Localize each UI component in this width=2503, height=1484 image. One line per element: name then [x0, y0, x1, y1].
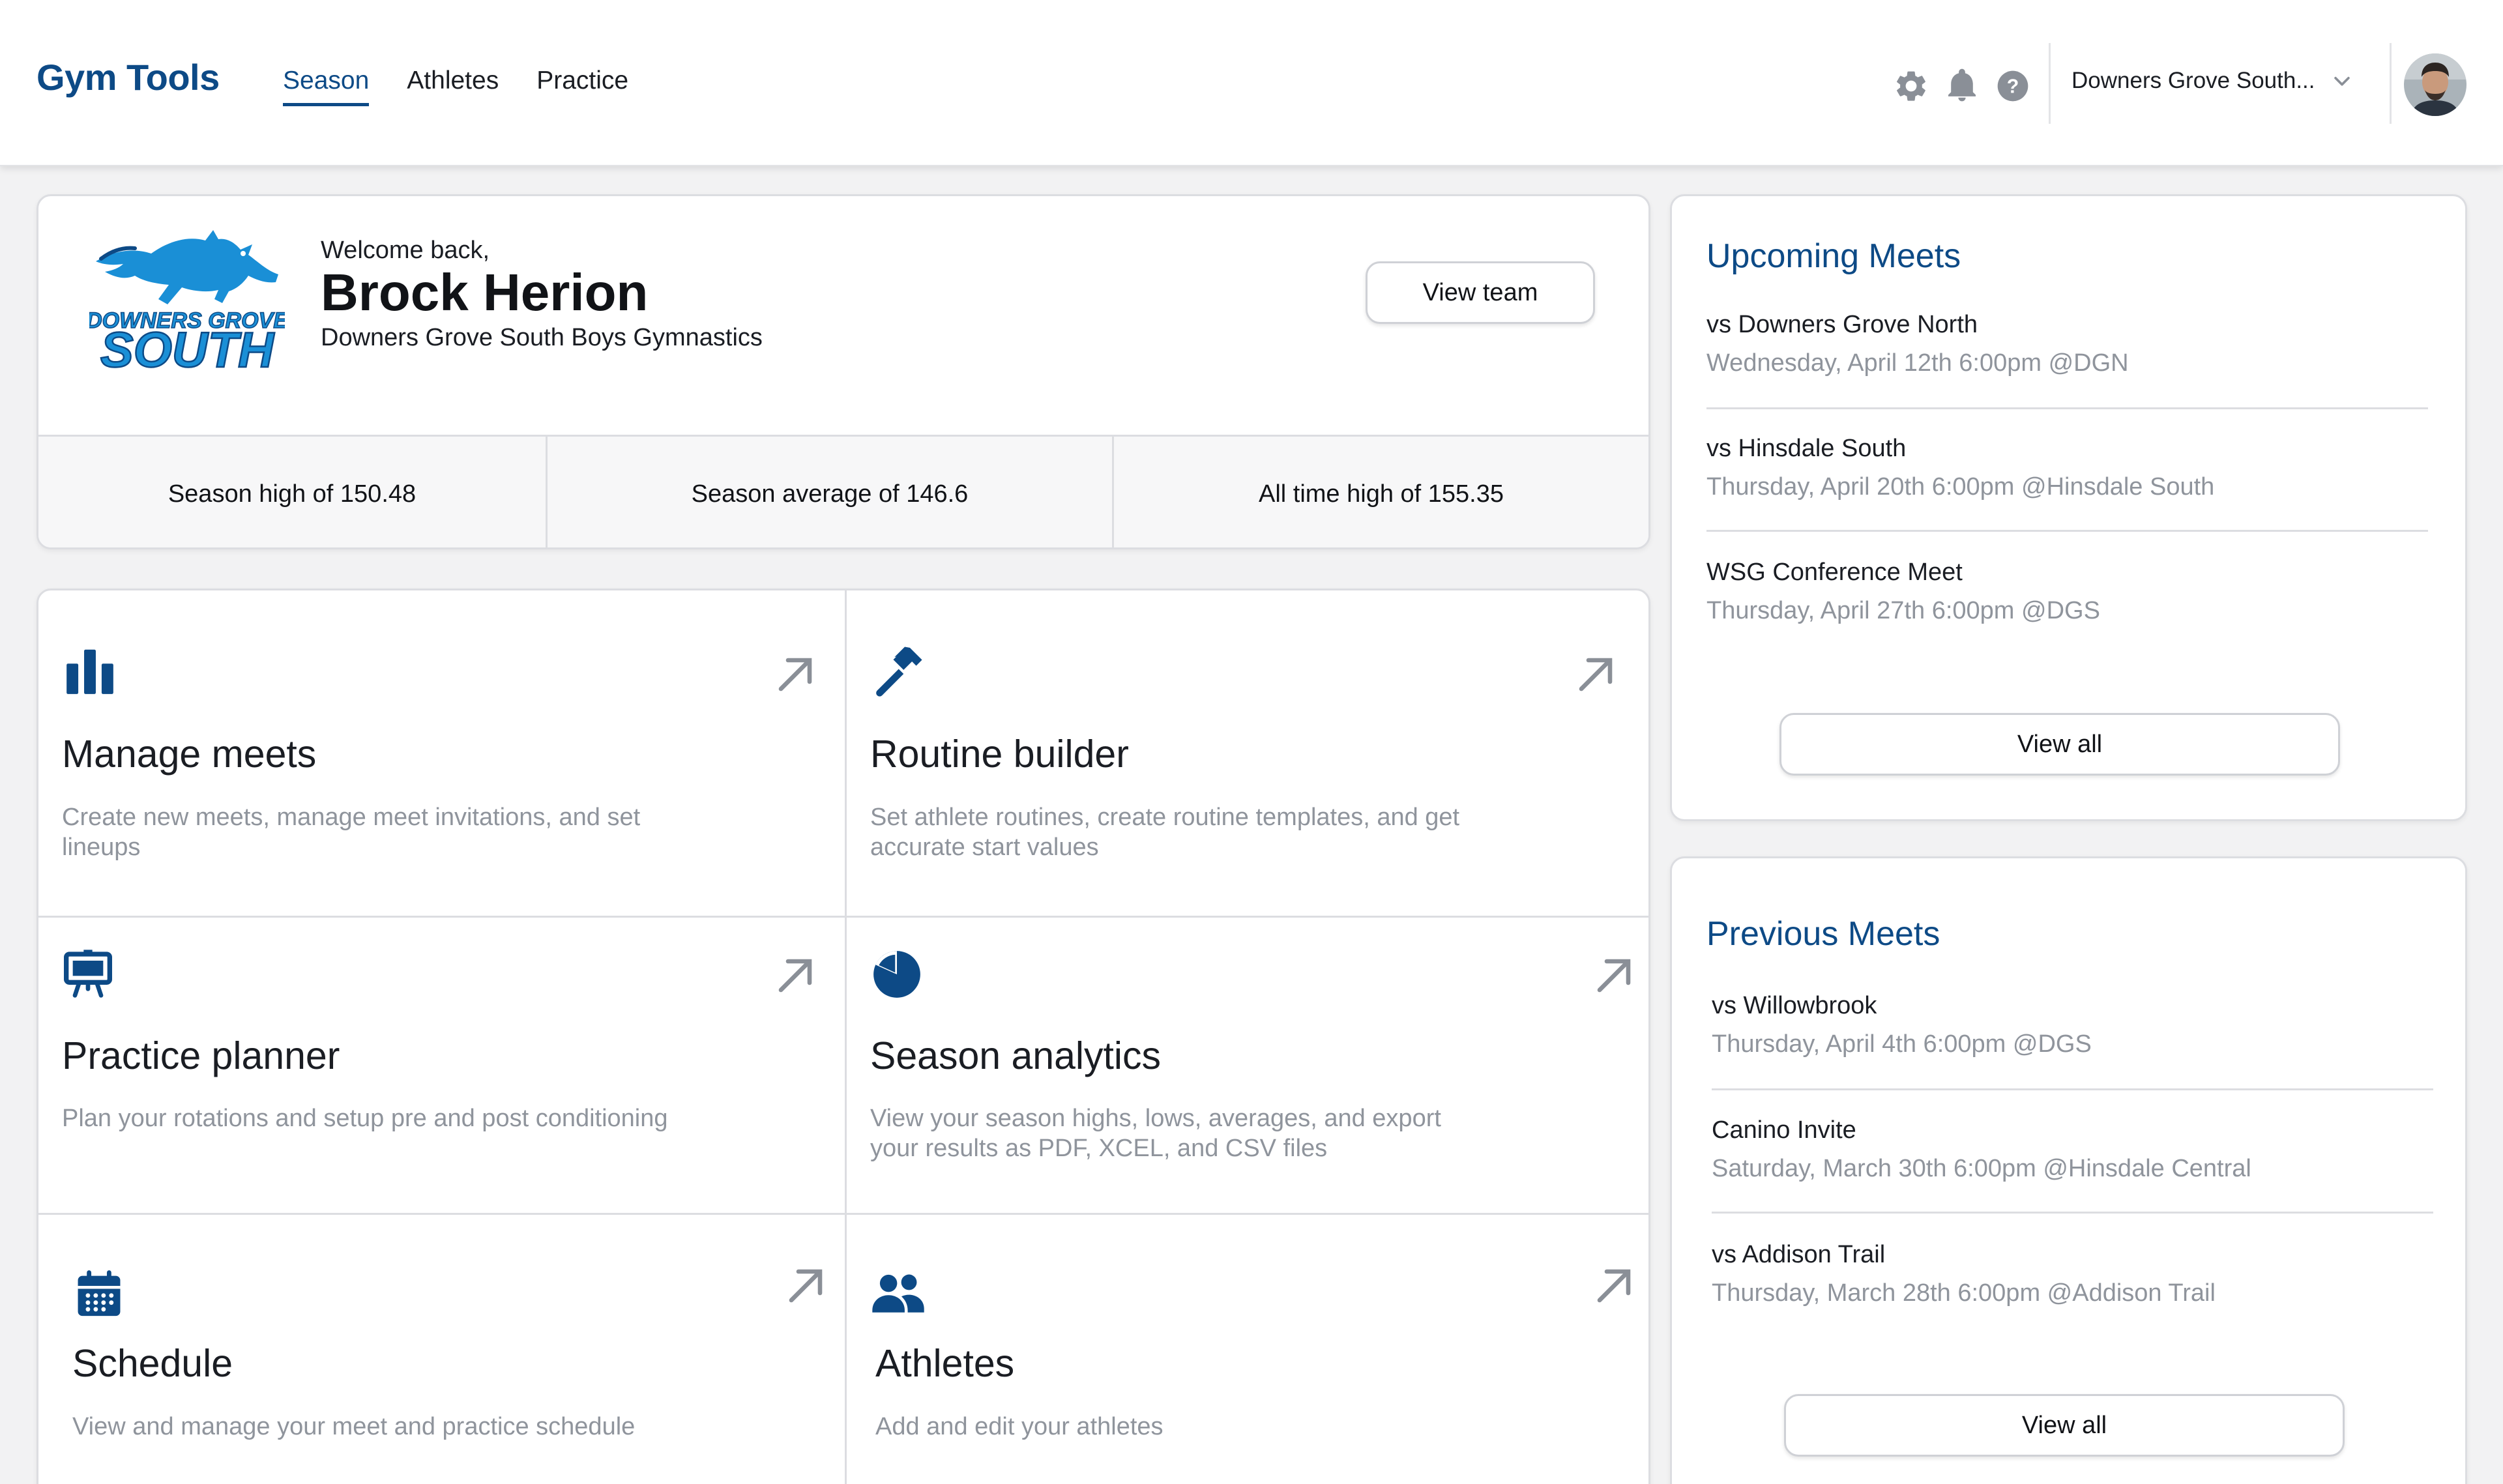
top-navigation-bar: Gym Tools Season Athletes Practice ? Dow…: [0, 0, 2503, 166]
meet-detail: Thursday, March 28th 6:00pm @Addison Tra…: [1712, 1279, 2216, 1307]
svg-text:?: ?: [2007, 76, 2019, 98]
feature-card-athletes[interactable]: Athletes Add and edit your athletes: [847, 1215, 1648, 1484]
team-selector-label: Downers Grove South...: [2071, 68, 2315, 93]
upcoming-view-all-button[interactable]: View all: [1779, 713, 2340, 776]
hammer-icon: [876, 647, 922, 697]
welcome-greeting: Welcome back,: [321, 237, 490, 264]
header-icon-group: ?: [1893, 68, 2031, 104]
feature-card-season-analytics[interactable]: Season analytics View your season highs,…: [847, 918, 1648, 1213]
feature-card-schedule[interactable]: Schedule View and manage your meet and p…: [38, 1215, 845, 1484]
arrow-up-right-icon: [1597, 959, 1631, 993]
feature-grid: Manage meets Create new meets, manage me…: [37, 589, 1650, 1484]
feature-title: Practice planner: [62, 1034, 340, 1077]
feature-card-manage-meets[interactable]: Manage meets Create new meets, manage me…: [38, 590, 845, 916]
meet-name: vs Downers Grove North: [1706, 311, 1978, 338]
stat-season-average: Season average of 146.6: [546, 437, 1112, 547]
meet-detail: Thursday, April 27th 6:00pm @DGS: [1706, 597, 2100, 624]
meet-list-item[interactable]: vs Addison Trail Thursday, March 28th 6:…: [1712, 1241, 2429, 1307]
help-icon[interactable]: ?: [1995, 68, 2031, 104]
feature-description: Add and edit your athletes: [875, 1413, 1164, 1440]
feature-description: Set athlete routines, create routine tem…: [870, 804, 1460, 861]
feature-title: Season analytics: [870, 1034, 1162, 1077]
previous-meets-card: Previous Meets vs Willowbrook Thursday, …: [1670, 856, 2467, 1484]
meet-name: WSG Conference Meet: [1706, 559, 1963, 586]
school-logo: DOWNERS GROVE SOUTH: [89, 230, 285, 372]
arrow-up-right-icon: [1579, 658, 1613, 691]
bell-icon[interactable]: [1944, 68, 1980, 104]
users-icon: [872, 1274, 924, 1313]
feature-title: Athletes: [875, 1342, 1015, 1385]
main-nav: Season Athletes Practice: [283, 66, 666, 106]
meet-detail: Wednesday, April 12th 6:00pm @DGN: [1706, 349, 2129, 377]
meet-name: Canino Invite: [1712, 1116, 1856, 1144]
season-stats-row: Season high of 150.48 Season average of …: [38, 435, 1648, 547]
view-team-button[interactable]: View team: [1366, 261, 1595, 324]
upcoming-meets-card: Upcoming Meets vs Downers Grove North We…: [1670, 194, 2467, 821]
meet-detail: Thursday, April 4th 6:00pm @DGS: [1712, 1030, 2092, 1058]
easel-icon: [64, 950, 112, 998]
feature-title: Schedule: [72, 1342, 233, 1385]
avatar-photo: [2404, 53, 2466, 116]
previous-meets-title: Previous Meets: [1706, 915, 1940, 953]
feature-title: Manage meets: [62, 733, 317, 776]
meet-divider: [1706, 530, 2428, 532]
chevron-down-icon: [2334, 76, 2350, 86]
team-name: Downers Grove South Boys Gymnastics: [321, 324, 763, 351]
meet-name: vs Willowbrook: [1712, 992, 1877, 1019]
user-avatar[interactable]: [2404, 53, 2466, 116]
previous-view-all-button[interactable]: View all: [1784, 1394, 2345, 1457]
meet-divider: [1712, 1212, 2433, 1214]
feature-card-practice-planner[interactable]: Practice planner Plan your rotations and…: [38, 918, 845, 1213]
nav-tab-season[interactable]: Season: [283, 66, 370, 106]
coach-name: Brock Herion: [321, 263, 649, 321]
arrow-up-right-icon: [778, 658, 812, 691]
arrow-up-right-icon: [778, 959, 812, 993]
upcoming-meets-title: Upcoming Meets: [1706, 237, 1961, 275]
header-divider: [2049, 43, 2051, 124]
pie-chart-icon: [873, 951, 920, 998]
meet-name: vs Hinsdale South: [1706, 435, 1907, 462]
meet-list-item[interactable]: Canino Invite Saturday, March 30th 6:00p…: [1712, 1116, 2429, 1183]
meet-list-item[interactable]: WSG Conference Meet Thursday, April 27th…: [1706, 559, 2423, 625]
meet-name: vs Addison Trail: [1712, 1241, 1886, 1268]
nav-tab-practice[interactable]: Practice: [536, 66, 628, 106]
feature-title: Routine builder: [870, 733, 1129, 776]
arrow-up-right-icon: [789, 1269, 823, 1303]
feature-description: View and manage your meet and practice s…: [72, 1413, 636, 1440]
nav-tab-athletes[interactable]: Athletes: [407, 66, 499, 106]
gear-icon[interactable]: [1893, 68, 1929, 104]
meet-divider: [1706, 407, 2428, 409]
meet-detail: Thursday, April 20th 6:00pm @Hinsdale So…: [1706, 473, 2215, 501]
feature-description: View your season highs, lows, averages, …: [870, 1105, 1441, 1162]
meet-divider: [1712, 1088, 2433, 1090]
meet-detail: Saturday, March 30th 6:00pm @Hinsdale Ce…: [1712, 1155, 2251, 1182]
header-divider: [2390, 43, 2392, 124]
team-selector-dropdown[interactable]: Downers Grove South...: [2071, 68, 2353, 94]
meet-list-item[interactable]: vs Hinsdale South Thursday, April 20th 6…: [1706, 435, 2423, 501]
calendar-icon: [78, 1270, 121, 1317]
bar-chart-icon: [66, 649, 113, 694]
app-logo-text[interactable]: Gym Tools: [37, 56, 220, 98]
feature-card-routine-builder[interactable]: Routine builder Set athlete routines, cr…: [847, 590, 1648, 916]
feature-description: Plan your rotations and setup pre and po…: [62, 1105, 668, 1132]
meet-list-item[interactable]: vs Willowbrook Thursday, April 4th 6:00p…: [1712, 992, 2429, 1058]
stat-season-high: Season high of 150.48: [168, 480, 417, 508]
meet-list-item[interactable]: vs Downers Grove North Wednesday, April …: [1706, 311, 2423, 377]
stat-all-time-high: All time high of 155.35: [1112, 437, 1648, 547]
arrow-up-right-icon: [1597, 1269, 1631, 1303]
feature-description: Create new meets, manage meet invitation…: [62, 804, 641, 861]
welcome-card: DOWNERS GROVE SOUTH Welcome back, Brock …: [37, 194, 1650, 549]
logo-text-bottom: SOUTH: [100, 323, 275, 372]
